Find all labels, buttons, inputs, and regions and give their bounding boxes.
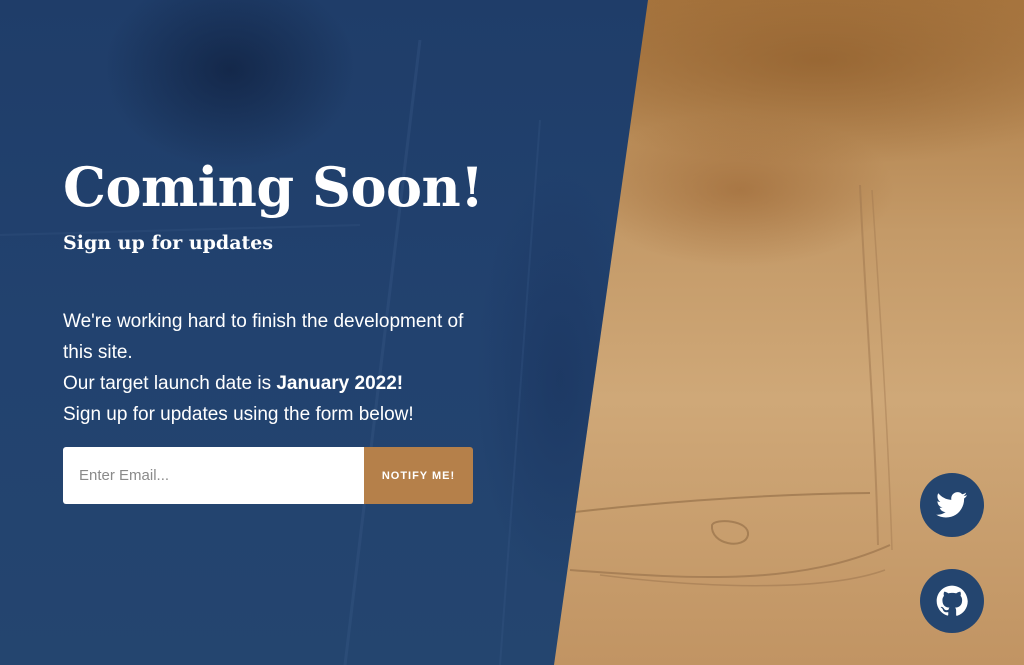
github-icon — [936, 585, 968, 616]
hero-content: Coming Soon! Sign up for updates We're w… — [63, 150, 493, 504]
twitter-link[interactable] — [920, 473, 984, 537]
github-link[interactable] — [920, 569, 984, 633]
notify-me-button[interactable]: NOTIFY ME! — [364, 447, 473, 504]
description-line-3: Sign up for updates using the form below… — [63, 404, 414, 425]
description-line-1: We're working hard to finish the develop… — [63, 311, 464, 363]
twitter-icon — [936, 492, 968, 518]
hero-description: We're working hard to finish the develop… — [63, 306, 483, 430]
launch-date: January 2022! — [276, 373, 404, 394]
page-subtitle: Sign up for updates — [63, 232, 274, 254]
description-line-2-prefix: Our target launch date is — [63, 373, 277, 394]
signup-form: NOTIFY ME! — [63, 447, 473, 504]
page-title: Coming Soon! — [63, 155, 484, 219]
email-input[interactable] — [63, 447, 364, 504]
